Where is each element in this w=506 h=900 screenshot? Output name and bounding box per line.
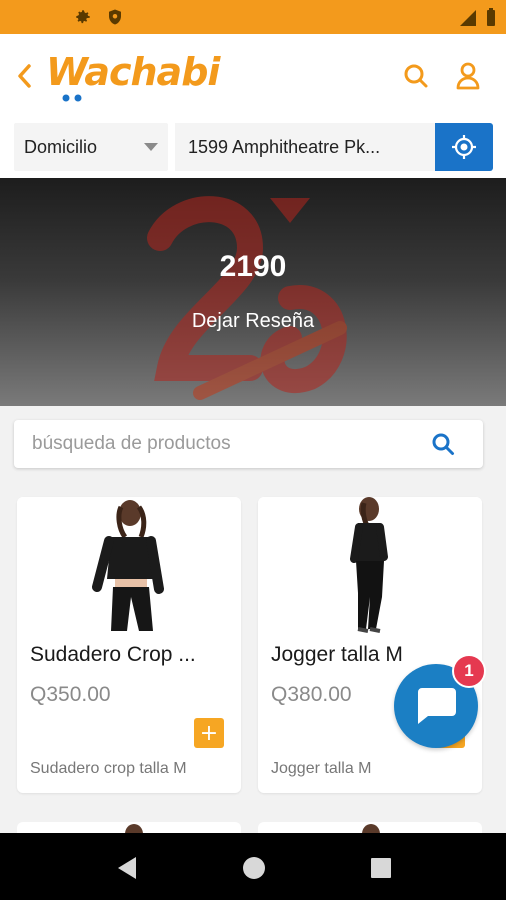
notification-badge: 1 xyxy=(452,654,486,688)
settings-icon xyxy=(76,10,90,24)
back-button[interactable] xyxy=(10,60,38,92)
delivery-type-value: Domicilio xyxy=(24,136,98,157)
signal-icon xyxy=(460,10,476,26)
chat-bubble-icon xyxy=(418,688,456,724)
location-row: Domicilio 1599 Amphitheatre Pk... xyxy=(0,118,506,178)
crosshair-icon xyxy=(452,135,476,159)
header-search-button[interactable] xyxy=(400,60,432,92)
store-logo-art xyxy=(147,196,347,400)
store-name: 2190 xyxy=(219,250,287,283)
product-image xyxy=(258,497,482,637)
home-circle-icon[interactable] xyxy=(241,855,267,881)
logo-text: Wachabi xyxy=(46,50,220,94)
product-price: Q380.00 xyxy=(271,683,352,706)
product-name: Sudadero Crop ... xyxy=(30,643,196,666)
system-nav-bar xyxy=(0,833,506,900)
product-card[interactable]: Sudadero Crop ... Q350.00 + Sudadero cro… xyxy=(17,497,241,793)
locate-button[interactable] xyxy=(435,123,493,171)
user-icon xyxy=(456,62,480,90)
account-button[interactable] xyxy=(452,60,484,92)
app-bar: Wachabi xyxy=(0,34,506,118)
recents-square-icon[interactable] xyxy=(368,855,394,881)
address-value: 1599 Amphitheatre Pk... xyxy=(188,136,381,157)
logo-dots-icon xyxy=(62,94,82,102)
product-search-box xyxy=(14,420,483,468)
product-image xyxy=(17,497,241,637)
product-price: Q350.00 xyxy=(30,683,111,706)
caret-down-icon xyxy=(144,143,158,151)
back-triangle-icon[interactable] xyxy=(114,855,140,881)
store-banner: 2190 Dejar Reseña xyxy=(0,178,506,406)
leave-review-link[interactable]: Dejar Reseña xyxy=(0,310,506,333)
add-to-cart-button[interactable]: + xyxy=(194,718,224,748)
search-icon xyxy=(404,64,428,88)
delivery-type-select[interactable]: Domicilio xyxy=(14,123,168,171)
shield-icon xyxy=(109,9,121,25)
chevron-left-icon xyxy=(18,64,31,88)
product-description: Sudadero crop talla M xyxy=(30,760,187,777)
product-search-input[interactable] xyxy=(32,433,412,455)
product-card[interactable]: Jogger talla M Q380.00 + Jogger talla M xyxy=(258,497,482,793)
status-bar xyxy=(0,0,506,34)
product-description: Jogger talla M xyxy=(271,760,372,777)
battery-icon xyxy=(487,8,495,26)
search-icon[interactable] xyxy=(431,432,455,456)
wachabi-logo: Wachabi xyxy=(42,50,262,106)
address-field[interactable]: 1599 Amphitheatre Pk... xyxy=(175,123,435,171)
